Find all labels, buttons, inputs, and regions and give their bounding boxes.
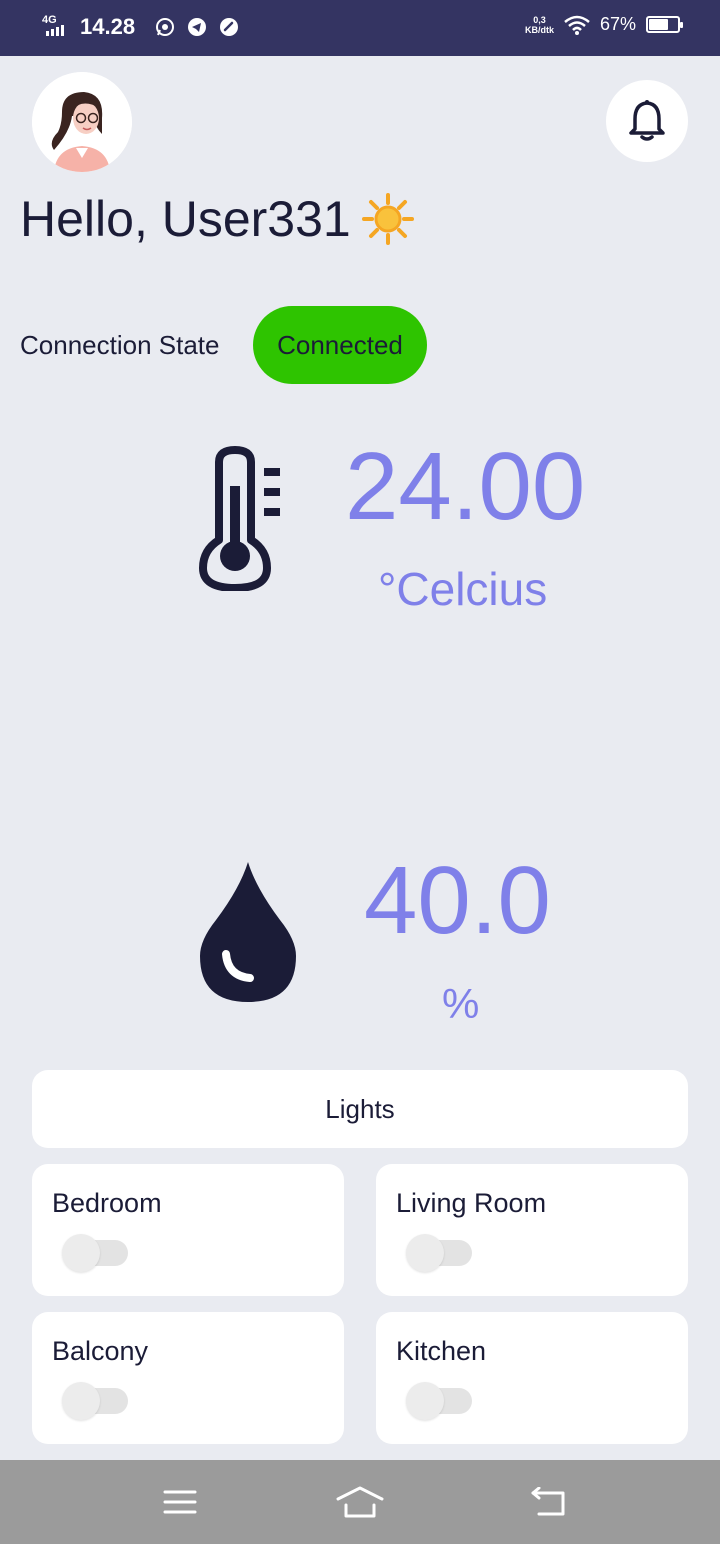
speed-check-icon [220,18,239,36]
temperature-value: 24.00 [345,433,586,540]
wifi-icon [564,15,590,35]
network-speed: 0,3 KB/dtk [525,15,554,35]
battery-percent: 67% [599,14,636,34]
notifications-button[interactable] [606,80,688,162]
battery-fill [649,19,668,30]
greeting: Hello, User331 [20,190,415,248]
clock: 14.28 [80,14,136,39]
light-card-label: Living Room [396,1188,547,1218]
toggle-thumb [406,1234,444,1272]
lights-title: Lights [325,1093,395,1124]
bell-icon [629,100,665,141]
lights-header: Lights [32,1070,688,1148]
battery-icon [646,16,683,33]
cellular-signal-icon: 4G [42,14,74,40]
light-card-label: Balcony [52,1336,149,1366]
humidity-unit: % [442,980,480,1027]
avatar[interactable] [32,72,132,172]
light-card-balcony: Balcony [32,1312,344,1444]
back-icon [531,1487,565,1516]
system-nav-bar [0,1460,720,1544]
bedroom-light-toggle[interactable] [62,1234,128,1272]
sun-icon [361,193,414,245]
back-button[interactable] [518,1482,578,1522]
speed-unit: KB/dtk [524,24,554,35]
toggle-thumb [62,1382,100,1420]
kitchen-light-toggle[interactable] [406,1382,472,1420]
whatsapp-icon [156,18,175,36]
connection-status-badge: Connected [253,306,427,384]
home-button[interactable] [330,1482,390,1522]
light-card-living-room: Living Room [376,1164,688,1296]
light-card-label: Kitchen [396,1336,487,1366]
status-bar: 4G 14.28 0,3 KB/dtk 67% [0,0,720,56]
light-card-kitchen: Kitchen [376,1312,688,1444]
menu-icon [163,1490,197,1514]
water-drop-icon [200,862,296,1002]
living-room-light-toggle[interactable] [406,1234,472,1272]
speed-value: 0,3 [533,14,546,25]
light-card-bedroom: Bedroom [32,1164,344,1296]
balcony-light-toggle[interactable] [62,1382,128,1420]
telegram-icon [188,18,207,36]
thermometer-icon [199,446,280,591]
home-icon [336,1486,384,1518]
toggle-thumb [406,1382,444,1420]
menu-button[interactable] [150,1482,210,1522]
avatar-illustration [32,72,132,172]
greeting-text: Hello, User331 [20,191,351,247]
humidity-value: 40.0 [364,847,551,954]
toggle-thumb [62,1234,100,1272]
connection-state-label: Connection State [20,330,220,360]
light-card-label: Bedroom [52,1188,162,1218]
temperature-unit: °Celcius [378,563,548,615]
